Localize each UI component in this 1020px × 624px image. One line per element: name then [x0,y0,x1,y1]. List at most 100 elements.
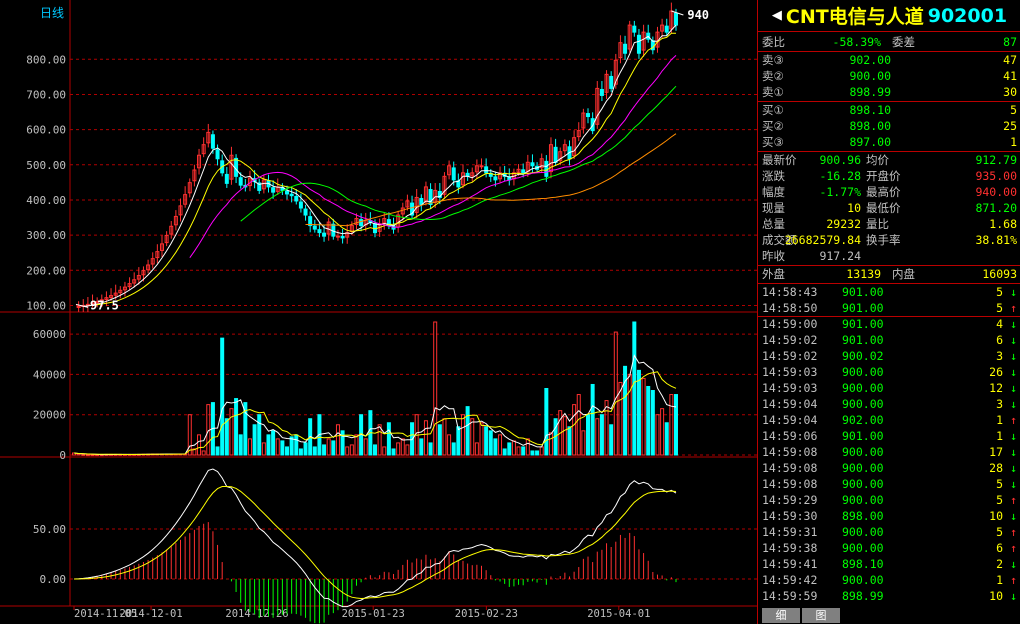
ask-qty: 41 [1003,69,1017,83]
volume-bar [632,321,637,456]
tick-time: 14:59:38 [762,541,818,555]
tick-row: 14:59:03 900.00 26 ↓ [758,364,1020,380]
ask-label: 卖③ [762,53,784,67]
volume-bar [539,446,544,456]
tick-price: 900.00 [842,397,884,411]
low-price-annotation: 97.5 [90,298,119,312]
tick-time: 14:58:50 [762,301,818,315]
tick-row: 14:59:38 900.00 6 ↑ [758,540,1020,556]
volume-bar [581,430,586,456]
candle-body [636,34,641,54]
arrow-down-icon: ↓ [1010,365,1017,379]
weibi-value: -58.39% [832,35,881,49]
volume-bar [261,442,266,456]
macd-dif-line [73,468,677,608]
arrow-down-icon: ↓ [1010,429,1017,443]
quote-label: 现量 [762,201,785,215]
volume-bar [498,434,503,456]
volume-bar-group [72,321,678,457]
candle-body [586,113,591,118]
arrow-down-icon: ↓ [1010,445,1017,459]
kline-chart-svg: 800.00 700.00 600.00 500.00 400.00 300.00 200.… [0,0,757,624]
volume-bar [331,440,336,456]
candle-body [674,12,678,26]
quote-label: 均价 [866,153,889,167]
volume-bar [502,448,507,456]
bid-price: 897.00 [849,135,891,149]
tick-time: 14:59:08 [762,477,818,491]
volume-bar [340,430,345,456]
quote-label: 换手率 [866,233,901,247]
tick-price: 898.10 [842,557,884,571]
volume-bar [224,418,229,456]
tick-row: 14:59:42 900.00 1 ↑ [758,572,1020,588]
volume-bar [266,434,271,456]
tab-chart[interactable]: 图 [802,608,840,623]
volume-bar [674,394,678,456]
quote-row: 涨跌 -16.28 开盘价 935.00 [758,168,1020,184]
volume-bar [90,454,95,457]
prev-stock-icon[interactable]: ◀ [772,8,782,23]
tick-time: 14:59:03 [762,365,818,379]
volume-bar [335,424,340,456]
volume-bar [586,414,591,456]
tick-time: 14:59:06 [762,429,818,443]
candle-body [664,25,669,33]
volume-bar [548,432,553,456]
tick-time: 14:59:41 [762,557,818,571]
ask-qty: 47 [1003,53,1017,67]
volume-bar [516,446,521,456]
high-price-annotation: 940 [687,8,709,22]
volume-bar [391,448,396,456]
bid-price: 898.00 [849,119,891,133]
volume-bar [419,438,424,456]
tick-time: 14:59:08 [762,461,818,475]
quote-label: 开盘价 [866,169,901,183]
tick-price: 900.00 [842,365,884,379]
tick-row: 14:59:03 900.00 12 ↓ [758,380,1020,396]
tick-time: 14:59:04 [762,413,818,427]
volume-bar [442,418,447,456]
volume-bar [590,383,595,456]
tab-detail[interactable]: 细 [762,608,800,623]
volume-bar [405,444,410,456]
candle-body [317,229,322,234]
bid-qty: 25 [1003,119,1017,133]
volume-bar [285,446,290,456]
volume-bar [215,446,220,456]
tick-time: 14:59:04 [762,397,818,411]
period-label[interactable]: 日线 [40,4,64,21]
tick-price: 900.00 [842,525,884,539]
quote-label: 最低价 [866,201,901,215]
quote-label: 最高价 [866,185,901,199]
tick-qty: 4 [996,317,1003,331]
volume-bar [609,424,614,456]
quote-label: 量比 [866,217,889,231]
candle-body [238,177,243,186]
title-bar: ◀ CNT电信与人道 902001 [758,0,1020,32]
candle-body [271,187,276,193]
candle-body [312,225,317,230]
arrow-up-icon: ↑ [1010,493,1017,507]
quote-value: 871.20 [975,201,1017,215]
kline-chart-area[interactable]: 800.00 700.00 600.00 500.00 400.00 300.00 200.… [0,0,757,624]
stock-code: 902001 [927,4,1008,27]
quote-value: -16.28 [819,169,861,183]
price-tick-label: 500.00 [26,159,66,172]
date-tick-label: 2015-02-23 [455,608,518,620]
arrow-up-icon: ↑ [1010,541,1017,555]
bid-label: 买① [762,103,784,117]
inner-label: 内盘 [892,267,915,281]
tick-time: 14:59:59 [762,589,818,603]
volume-bar [377,424,382,456]
quote-label: 总量 [762,217,785,231]
tick-qty: 17 [989,445,1003,459]
volume-tick-label: 60000 [33,328,66,341]
bid-row: 买③ 897.00 1 [758,134,1020,150]
arrow-down-icon: ↓ [1010,477,1017,491]
volume-bar [641,377,646,456]
volume-bar [650,390,655,456]
tick-time: 14:59:03 [762,381,818,395]
stock-name: CNT电信与人道 [785,6,924,28]
tick-qty: 5 [996,285,1003,299]
